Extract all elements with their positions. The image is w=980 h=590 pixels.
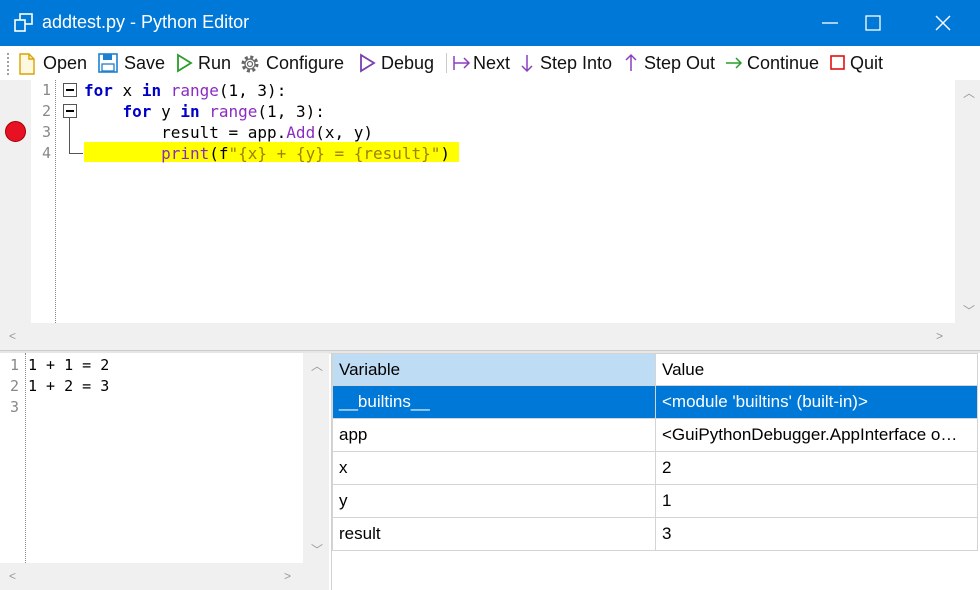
table-row[interactable]: x 2 (332, 451, 978, 485)
gear-icon (241, 55, 259, 73)
code-line-2: for y in range(1, 3): (122, 102, 325, 121)
quit-button[interactable]: Quit (829, 51, 889, 75)
debug-play-icon (360, 53, 376, 73)
table-row[interactable]: app <GuiPythonDebugger.AppInterface o… (332, 418, 978, 452)
output-line: 1 + 2 = 3 (28, 377, 110, 395)
toolbar-grip[interactable] (6, 52, 10, 76)
variables-grid[interactable]: Variable Value __builtins__ <module 'bui… (331, 353, 980, 590)
step-into-button[interactable]: Step Into (519, 51, 615, 75)
variable-name[interactable]: __builtins__ (332, 385, 656, 419)
editor-vertical-scrollbar[interactable]: ︿ ﹀ (955, 80, 980, 323)
arrow-down-icon (521, 55, 533, 73)
scroll-right-icon[interactable]: > (284, 569, 291, 583)
variable-value[interactable]: <module 'builtins' (built-in)> (655, 385, 978, 419)
maximize-button[interactable] (843, 0, 903, 46)
save-button[interactable]: Save (98, 51, 165, 75)
scroll-up-icon[interactable]: ︿ (311, 357, 323, 374)
table-row[interactable]: result 3 (332, 517, 978, 551)
variable-name[interactable]: y (332, 484, 656, 518)
output-horizontal-scrollbar[interactable]: < > (0, 563, 303, 590)
variable-value[interactable]: 3 (655, 517, 978, 551)
line-number: 3 (41, 123, 51, 141)
close-icon (935, 15, 951, 31)
configure-button[interactable]: Configure (239, 51, 347, 75)
variables-table: Variable Value __builtins__ <module 'bui… (332, 353, 978, 551)
table-row[interactable]: y 1 (332, 484, 978, 518)
editor-horizontal-scrollbar[interactable]: < > (0, 323, 955, 350)
variable-name[interactable]: result (332, 517, 656, 551)
minimize-icon (822, 22, 838, 24)
output-pane[interactable]: 1 2 3 1 + 1 = 2 1 + 2 = 3 ︿ ﹀ < > (0, 353, 329, 590)
scrollbar-corner (955, 323, 980, 350)
maximize-icon (865, 15, 881, 31)
toolbar: Open Save Run Configure Debug Next Step … (0, 46, 980, 80)
run-button[interactable]: Run (175, 51, 233, 75)
output-line-number-margin: 1 2 3 (0, 353, 26, 563)
fold-line (69, 117, 70, 153)
scroll-down-icon[interactable]: ﹀ (311, 541, 323, 558)
open-file-icon (19, 53, 35, 75)
code-line-1: for x in range(1, 3): (84, 81, 287, 100)
table-row[interactable]: __builtins__ <module 'builtins' (built-i… (332, 385, 978, 419)
variable-value[interactable]: <GuiPythonDebugger.AppInterface o… (655, 418, 978, 452)
code-editor[interactable]: 1 2 3 4 for x in range(1, 3): for y in r… (0, 80, 980, 350)
column-header-value[interactable]: Value (655, 353, 978, 386)
step-over-arrow-icon (453, 56, 471, 70)
variable-name[interactable]: app (332, 418, 656, 452)
save-disk-icon (98, 53, 118, 73)
close-button[interactable] (913, 0, 973, 46)
line-number-margin: 1 2 3 4 (31, 80, 56, 323)
scrollbar-corner (303, 563, 329, 590)
scroll-up-icon[interactable]: ︿ (963, 84, 975, 101)
title-bar: addtest.py - Python Editor (0, 0, 980, 46)
toolbar-separator (446, 53, 447, 73)
column-header-variable[interactable]: Variable (332, 353, 656, 386)
line-number: 1 (41, 81, 51, 99)
fold-collapse-icon[interactable] (63, 83, 77, 97)
output-line: 1 + 1 = 2 (28, 356, 110, 374)
line-number: 2 (9, 377, 19, 395)
debug-button[interactable]: Debug (358, 51, 438, 75)
step-out-button[interactable]: Step Out (623, 51, 717, 75)
code-line-4: print(f"{x} + {y} = {result}") (161, 144, 451, 163)
open-button[interactable]: Open (17, 51, 89, 75)
variable-value[interactable]: 2 (655, 451, 978, 485)
header-row: Variable Value (332, 353, 978, 386)
app-windows-icon (14, 13, 33, 32)
stop-square-icon (830, 55, 845, 70)
window-title: addtest.py - Python Editor (42, 12, 250, 32)
scroll-left-icon[interactable]: < (9, 569, 16, 583)
continue-button[interactable]: Continue (724, 51, 820, 75)
variable-value[interactable]: 1 (655, 484, 978, 518)
run-play-icon (177, 53, 193, 73)
code-line-3: result = app.Add(x, y) (84, 123, 373, 142)
scroll-right-icon[interactable]: > (936, 329, 943, 343)
line-number: 3 (9, 398, 19, 416)
variable-name[interactable]: x (332, 451, 656, 485)
breakpoint-marker[interactable] (5, 121, 26, 142)
arrow-up-icon (625, 53, 637, 71)
fold-line (69, 153, 83, 154)
line-number: 4 (41, 144, 51, 162)
line-number: 1 (9, 356, 19, 374)
output-vertical-scrollbar[interactable]: ︿ ﹀ (303, 353, 329, 563)
next-button[interactable]: Next (452, 51, 512, 75)
fold-collapse-icon[interactable] (63, 104, 77, 118)
scroll-down-icon[interactable]: ﹀ (963, 302, 975, 319)
arrow-right-icon (726, 57, 743, 69)
line-number: 2 (41, 102, 51, 120)
scroll-left-icon[interactable]: < (9, 329, 16, 343)
breakpoint-margin[interactable] (0, 80, 31, 323)
